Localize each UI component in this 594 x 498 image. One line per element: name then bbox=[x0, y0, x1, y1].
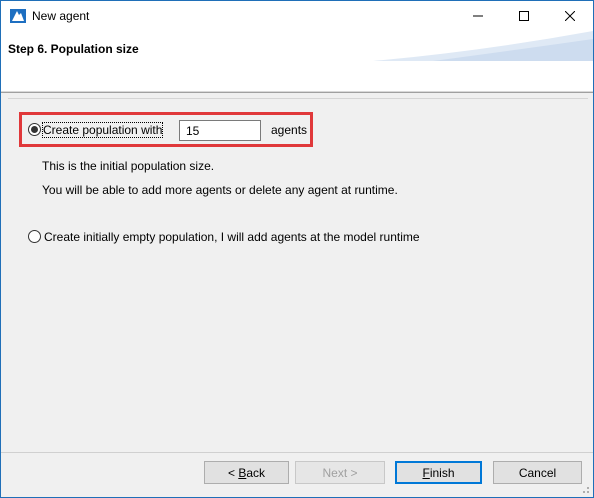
window-title: New agent bbox=[32, 9, 90, 23]
minimize-icon bbox=[473, 15, 483, 17]
content-panel bbox=[8, 98, 588, 453]
banner-graphic bbox=[373, 31, 593, 61]
finish-button[interactable]: Finish bbox=[395, 461, 482, 484]
cancel-label: Cancel bbox=[518, 465, 557, 480]
empty-population-radio[interactable] bbox=[28, 230, 41, 243]
back-mnemonic: B bbox=[238, 465, 247, 480]
create-population-radio[interactable] bbox=[28, 123, 41, 136]
empty-population-label[interactable]: Create initially empty population, I wil… bbox=[44, 230, 420, 244]
back-prefix: < bbox=[227, 465, 239, 480]
population-size-input[interactable] bbox=[179, 120, 261, 141]
minimize-button[interactable] bbox=[455, 1, 501, 31]
title-bar[interactable]: New agent bbox=[1, 1, 593, 31]
maximize-button[interactable] bbox=[501, 1, 547, 31]
wizard-header: Step 6. Population size bbox=[1, 31, 593, 92]
close-button[interactable] bbox=[547, 1, 593, 31]
header-divider bbox=[1, 92, 593, 93]
finish-mnemonic: F bbox=[422, 465, 430, 480]
back-rest: ack bbox=[246, 465, 266, 480]
agents-unit-label: agents bbox=[271, 123, 308, 137]
cancel-button[interactable]: Cancel bbox=[493, 461, 582, 484]
info-text-initial: This is the initial population size. bbox=[42, 159, 215, 173]
next-label: Next > bbox=[322, 465, 358, 480]
resize-grip-icon[interactable] bbox=[580, 484, 590, 494]
dialog-window: New agent Step 6. Population size Create… bbox=[0, 0, 594, 498]
page-title: Step 6. Population size bbox=[8, 42, 139, 56]
maximize-icon bbox=[519, 11, 529, 21]
back-button[interactable]: < Back bbox=[204, 461, 289, 484]
next-button[interactable]: Next > bbox=[295, 461, 385, 484]
footer-divider bbox=[1, 452, 593, 453]
info-text-runtime: You will be able to add more agents or d… bbox=[42, 183, 398, 197]
finish-rest: inish bbox=[429, 465, 455, 480]
app-logo-icon bbox=[10, 9, 26, 23]
close-icon bbox=[565, 11, 575, 21]
create-population-label[interactable]: Create population with bbox=[41, 122, 164, 138]
